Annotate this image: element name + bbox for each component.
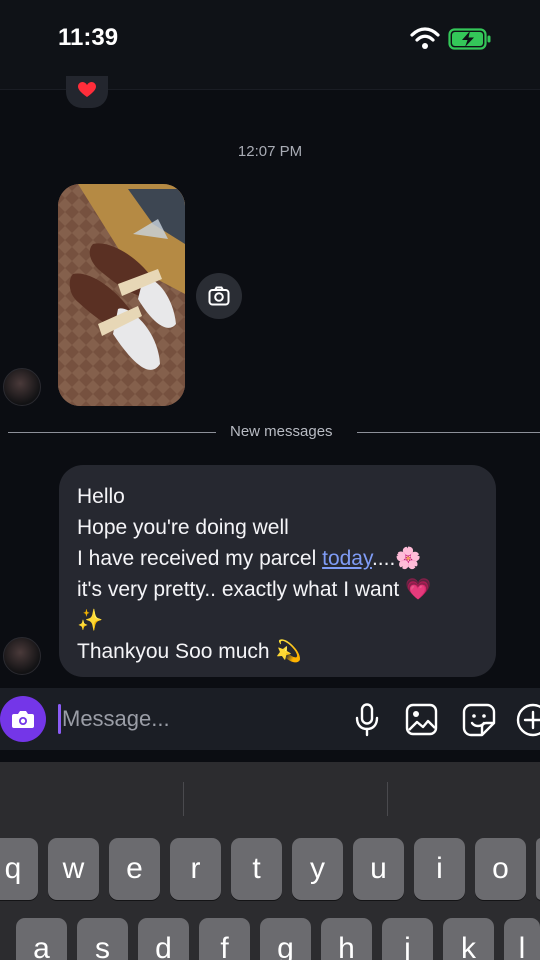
- key-w[interactable]: w: [48, 838, 99, 900]
- key-e[interactable]: e: [109, 838, 160, 900]
- message-text: ....🌸: [371, 547, 422, 570]
- message-line: Hello: [77, 485, 125, 508]
- key-u[interactable]: u: [353, 838, 404, 900]
- suggestion-divider: [387, 782, 388, 816]
- message-line: Hope you're doing well: [77, 516, 289, 539]
- camera-reply-button[interactable]: [196, 273, 242, 319]
- message-line: I have received my parcel today....🌸: [77, 543, 478, 574]
- key-d[interactable]: d: [138, 918, 189, 960]
- key-i[interactable]: i: [414, 838, 465, 900]
- photo-attachment[interactable]: [58, 184, 185, 406]
- plus-icon[interactable]: [516, 703, 540, 737]
- key-g[interactable]: g: [260, 918, 311, 960]
- message-line: Thankyou Soo much 💫: [77, 640, 302, 663]
- new-messages-divider: New messages: [8, 422, 540, 442]
- status-time: 11:39: [58, 24, 119, 51]
- divider-label: New messages: [230, 423, 333, 440]
- divider-line-right: [357, 432, 540, 433]
- key-a[interactable]: a: [16, 918, 67, 960]
- key-l[interactable]: l: [504, 918, 540, 960]
- wifi-icon: [410, 27, 440, 49]
- photo-content: [58, 184, 185, 406]
- key-s[interactable]: s: [77, 918, 128, 960]
- suggestion-divider: [183, 782, 184, 816]
- message-composer: [0, 688, 540, 750]
- key-o[interactable]: o: [475, 838, 526, 900]
- key-y[interactable]: y: [292, 838, 343, 900]
- key-h[interactable]: h: [321, 918, 372, 960]
- message-line: ✨: [77, 609, 104, 632]
- key-p[interactable]: [536, 838, 540, 900]
- message-line: it's very pretty.. exactly what I want 💗: [77, 578, 432, 601]
- key-k[interactable]: k: [443, 918, 494, 960]
- key-q[interactable]: q: [0, 838, 38, 900]
- image-icon[interactable]: [405, 703, 438, 736]
- key-f[interactable]: f: [199, 918, 250, 960]
- keyboard: q w e r t y u i o a s d f g h j k l: [0, 762, 540, 960]
- microphone-icon[interactable]: [354, 703, 380, 737]
- message-input[interactable]: [62, 702, 322, 736]
- text-caret: [58, 704, 61, 734]
- key-t[interactable]: t: [231, 838, 282, 900]
- message-text: I have received my parcel: [77, 547, 323, 570]
- camera-button[interactable]: [0, 696, 46, 742]
- heart-icon: [78, 82, 96, 97]
- reaction-chip[interactable]: [66, 76, 108, 108]
- message-link[interactable]: today: [322, 547, 372, 570]
- battery-charging-icon: [448, 28, 491, 50]
- sticker-icon[interactable]: [462, 703, 496, 737]
- sender-avatar[interactable]: [3, 368, 41, 406]
- camera-icon: [12, 711, 34, 728]
- sender-avatar[interactable]: [3, 637, 41, 675]
- key-r[interactable]: r: [170, 838, 221, 900]
- message-timestamp: 12:07 PM: [237, 143, 303, 160]
- key-j[interactable]: j: [382, 918, 433, 960]
- divider-line-left: [8, 432, 216, 433]
- message-bubble[interactable]: Hello Hope you're doing well I have rece…: [59, 465, 496, 677]
- camera-icon: [208, 286, 230, 306]
